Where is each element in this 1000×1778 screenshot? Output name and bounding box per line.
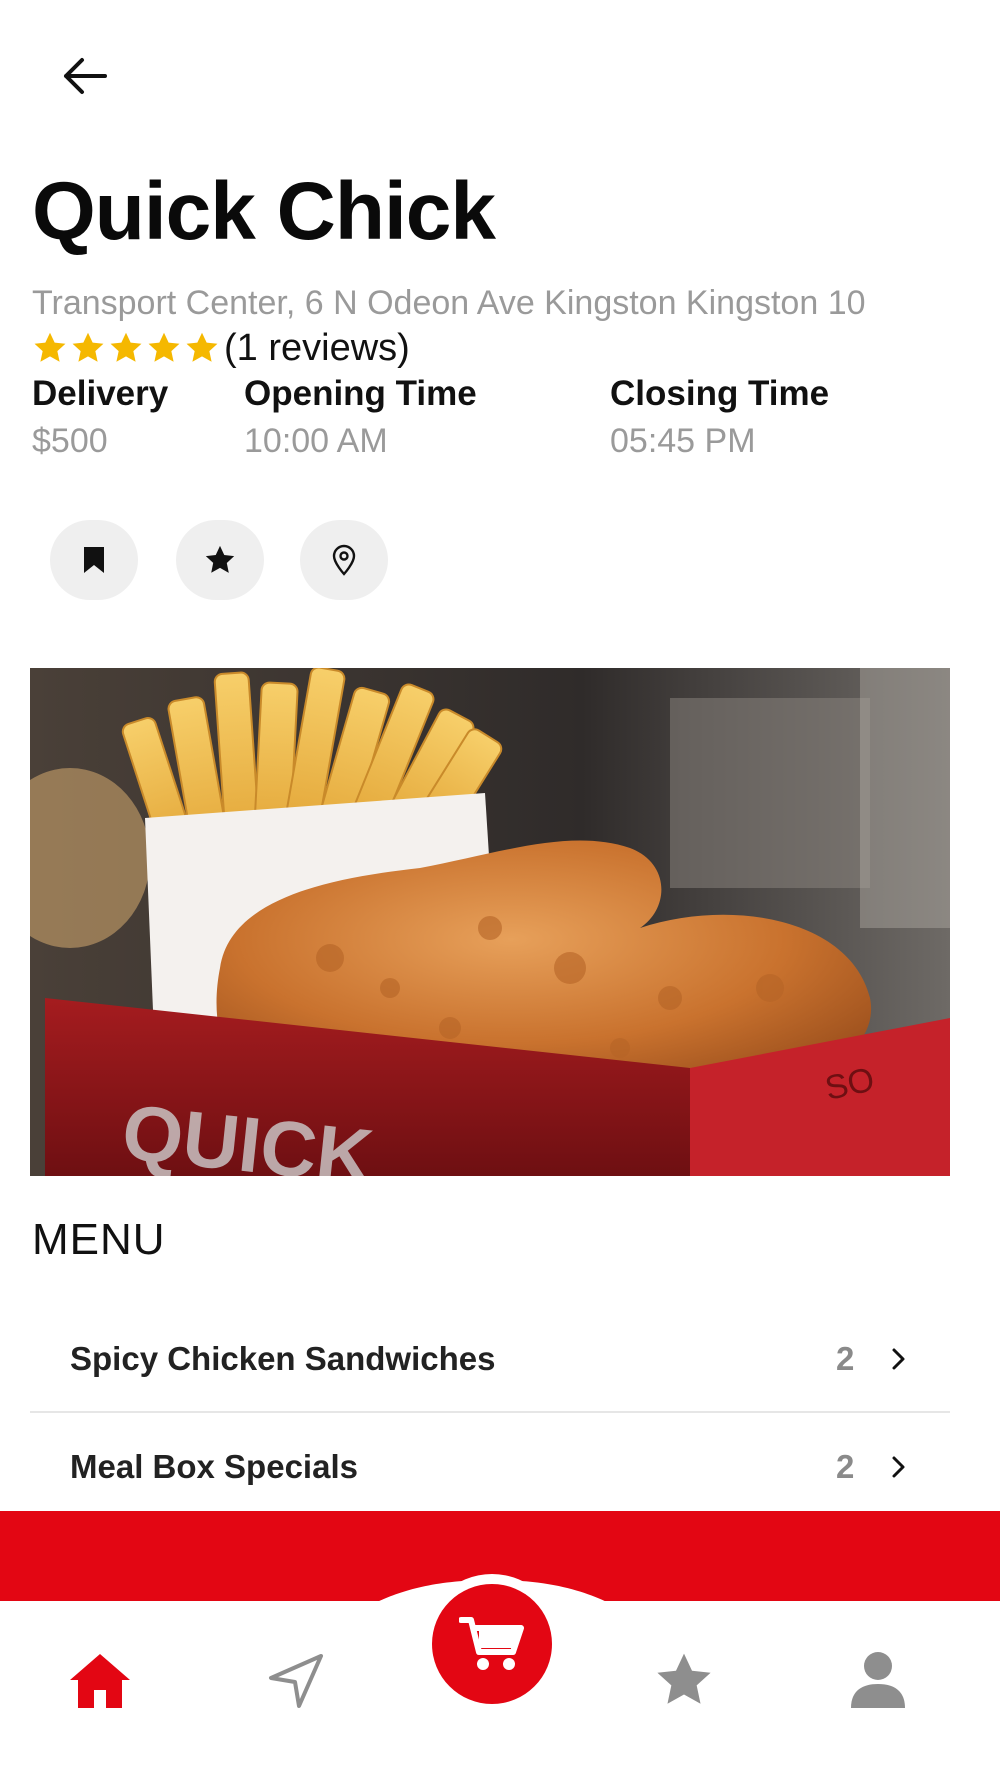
- delivery-value: $500: [32, 422, 108, 460]
- map-pin-icon: [332, 544, 356, 576]
- fried-chicken-fries-illustration: QUICK SO: [30, 668, 950, 1176]
- menu-category-item[interactable]: Meal Box Specials 2: [30, 1414, 950, 1520]
- tab-home[interactable]: [60, 1640, 140, 1720]
- closing-time-label: Closing Time: [610, 374, 830, 413]
- arrow-left-icon: [64, 58, 107, 94]
- tab-favorites[interactable]: [644, 1640, 724, 1720]
- home-icon: [70, 1654, 130, 1708]
- closing-time-info: Closing Time 05:45 PM: [610, 374, 829, 461]
- rate-button[interactable]: [176, 520, 264, 600]
- star-rating-icon: [186, 332, 218, 362]
- bookmark-icon: [84, 547, 104, 573]
- delivery-label: Delivery: [32, 374, 169, 413]
- navigation-icon: [269, 1654, 323, 1708]
- menu-category-item[interactable]: Spicy Chicken Sandwiches 2: [30, 1306, 950, 1412]
- back-button[interactable]: [58, 52, 110, 100]
- cart-button[interactable]: [432, 1584, 552, 1704]
- star-icon: [657, 1653, 711, 1704]
- reviews-count[interactable]: (1 reviews): [224, 327, 410, 370]
- rating-stars: [32, 330, 222, 366]
- menu-category-count: 2: [836, 1448, 855, 1485]
- restaurant-name: Quick Chick: [32, 166, 496, 257]
- star-rating-icon: [72, 332, 104, 362]
- location-button[interactable]: [300, 520, 388, 600]
- star-rating-icon: [148, 332, 180, 362]
- menu-category-name: Meal Box Specials: [70, 1448, 358, 1485]
- delivery-info: Delivery $500: [32, 374, 168, 461]
- closing-time-value: 05:45 PM: [610, 422, 756, 460]
- menu-divider: [30, 1411, 950, 1413]
- chevron-right-icon: [892, 1348, 905, 1370]
- star-rating-icon: [34, 332, 66, 362]
- menu-category-name: Spicy Chicken Sandwiches: [70, 1340, 496, 1377]
- bookmark-button[interactable]: [50, 520, 138, 600]
- chevron-right-icon: [892, 1456, 905, 1478]
- tab-profile[interactable]: [838, 1640, 918, 1720]
- opening-time-value: 10:00 AM: [244, 422, 388, 460]
- menu-category-count: 2: [836, 1340, 855, 1377]
- user-icon: [851, 1652, 905, 1708]
- menu-heading: MENU: [32, 1215, 166, 1264]
- rating-row: (1 reviews): [32, 326, 410, 370]
- star-icon: [205, 545, 235, 573]
- star-rating-icon: [110, 332, 142, 362]
- tab-explore[interactable]: [256, 1640, 336, 1720]
- cart-icon: [459, 1617, 524, 1670]
- opening-time-info: Opening Time 10:00 AM: [244, 374, 477, 461]
- opening-time-label: Opening Time: [244, 374, 477, 413]
- restaurant-address: Transport Center, 6 N Odeon Ave Kingston…: [32, 284, 866, 322]
- restaurant-hero-image: QUICK SO: [30, 668, 950, 1176]
